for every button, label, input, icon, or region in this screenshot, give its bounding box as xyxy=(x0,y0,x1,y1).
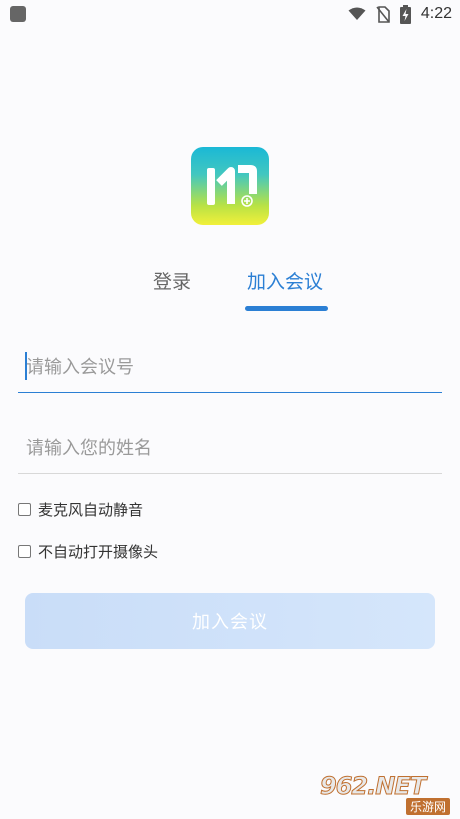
camera-off-option[interactable]: 不自动打开摄像头 xyxy=(18,539,158,563)
watermark-sub: 乐游网 xyxy=(405,798,450,815)
text-cursor xyxy=(25,352,27,380)
camera-off-label: 不自动打开摄像头 xyxy=(38,543,159,561)
no-sim-icon xyxy=(376,5,390,23)
battery-charging-icon xyxy=(399,4,411,24)
active-tab-indicator xyxy=(245,306,328,311)
mute-mic-label: 麦克风自动静音 xyxy=(38,501,144,519)
join-meeting-button[interactable]: 加入会议 xyxy=(25,593,435,649)
tab-login[interactable]: 登录 xyxy=(153,265,191,301)
watermark-main: 962.NET xyxy=(319,772,426,801)
name-field xyxy=(18,423,442,474)
status-icons: 4:22 xyxy=(348,3,452,25)
login-join-tabs: 登录 加入会议 xyxy=(0,265,460,315)
tab-join-meeting[interactable]: 加入会议 xyxy=(247,265,323,301)
camera-off-checkbox[interactable] xyxy=(18,544,31,558)
status-time: 4:22 xyxy=(420,5,452,22)
mute-mic-option[interactable]: 麦克风自动静音 xyxy=(18,497,143,521)
watermark: 962.NET 乐游网 xyxy=(319,772,454,815)
name-input[interactable] xyxy=(18,423,442,473)
status-bar: 4:22 xyxy=(0,0,460,28)
app-notification-icon xyxy=(10,6,26,22)
wifi-icon xyxy=(348,7,366,20)
meeting-id-input[interactable] xyxy=(18,342,442,392)
meeting-app-logo-icon xyxy=(191,147,269,225)
mute-mic-checkbox[interactable] xyxy=(18,502,31,516)
meeting-id-field xyxy=(18,342,442,393)
